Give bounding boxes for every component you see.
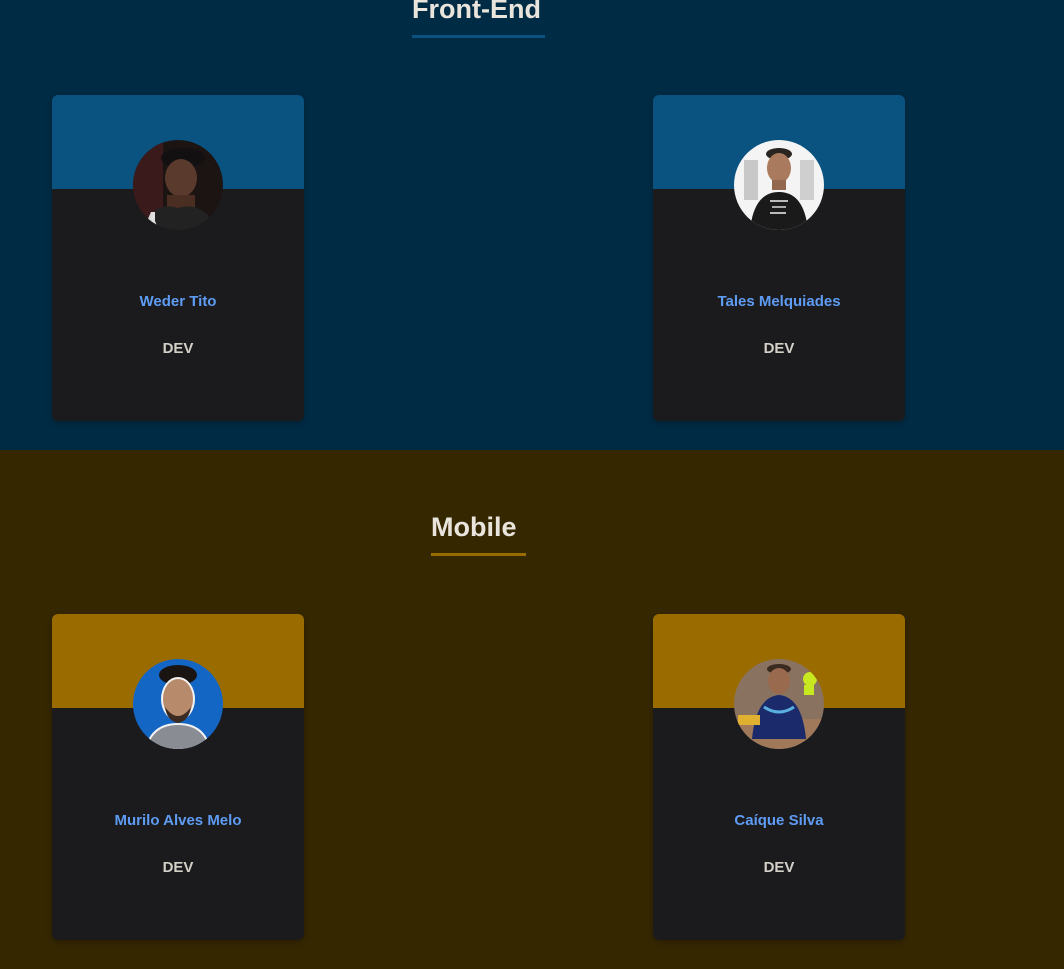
avatar [133,659,223,749]
member-name: Caíque Silva [734,812,824,829]
member-name: Tales Melquiades [717,293,841,310]
member-name: Weder Tito [139,293,217,310]
member-role: DEV [763,340,795,357]
mobile-section: Mobile Murilo Alves Melo DEV Caíque Silv… [0,450,1064,969]
frontend-section: Front-End Weder Tito DEV Tales Melquiade… [0,0,1064,450]
team-member-card: Caíque Silva DEV [653,614,905,940]
member-role: DEV [162,340,194,357]
section-title-underline [412,35,545,38]
team-member-card: Tales Melquiades DEV [653,95,905,421]
section-title: Mobile [431,512,517,542]
avatar [734,659,824,749]
team-member-card: Weder Tito DEV [52,95,304,421]
team-member-card: Murilo Alves Melo DEV [52,614,304,940]
member-role: DEV [763,859,795,876]
avatar [133,140,223,230]
member-role: DEV [162,859,194,876]
section-title: Front-End [412,0,541,24]
member-name: Murilo Alves Melo [114,812,242,829]
avatar [734,140,824,230]
section-title-underline [431,553,526,556]
